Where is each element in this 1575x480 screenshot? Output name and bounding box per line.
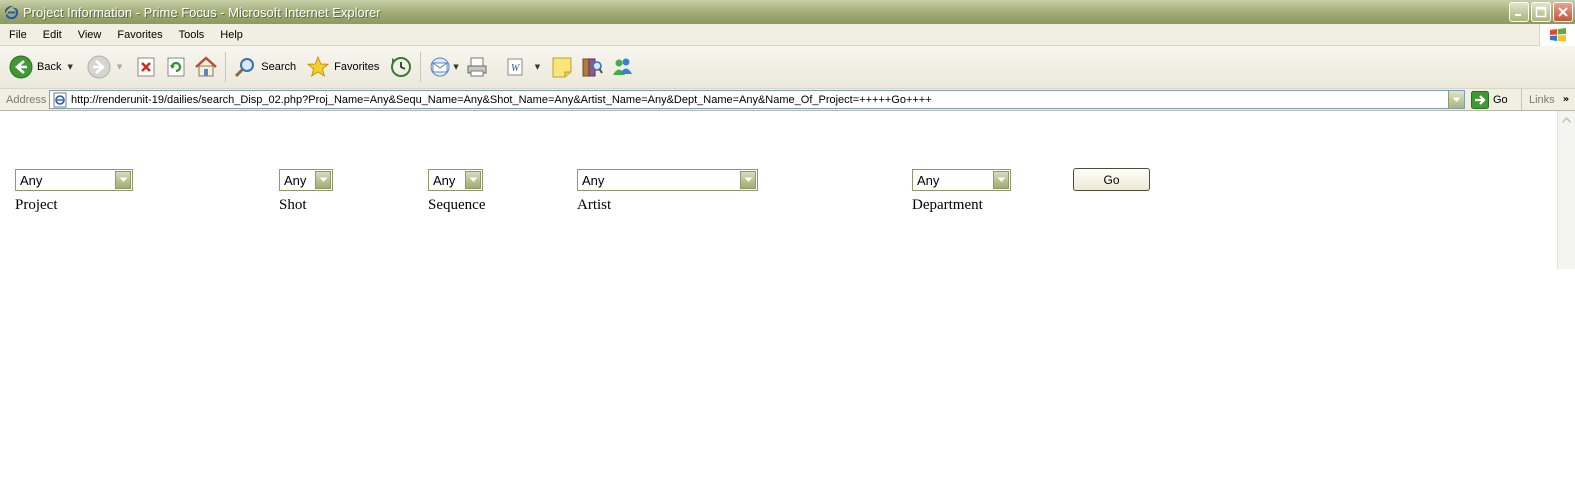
minimize-icon: [1515, 14, 1521, 16]
standard-toolbar: Back ▼ ▼ Search Favorites ▼ W ▼: [0, 46, 1575, 89]
back-dropdown-icon[interactable]: ▼: [67, 63, 72, 71]
toolbar-separator: [420, 52, 422, 82]
edit-dropdown-icon[interactable]: ▼: [535, 63, 540, 71]
forward-arrow-icon: [87, 55, 111, 79]
forward-dropdown-icon[interactable]: ▼: [117, 63, 122, 71]
messenger-button[interactable]: [607, 51, 637, 83]
artist-select[interactable]: Any: [577, 169, 758, 191]
chevron-down-icon: [740, 171, 756, 189]
edit-word-button[interactable]: W ▼: [500, 51, 543, 83]
sequence-select[interactable]: Any: [428, 169, 483, 191]
close-button[interactable]: [1553, 2, 1573, 22]
scroll-up-button[interactable]: [1558, 111, 1575, 128]
shot-select-value: Any: [284, 172, 307, 188]
menu-tools[interactable]: Tools: [171, 24, 213, 46]
go-button[interactable]: Go: [1073, 168, 1150, 191]
project-select[interactable]: Any: [15, 169, 133, 191]
research-button[interactable]: [577, 51, 607, 83]
search-button[interactable]: Search: [230, 51, 299, 83]
shot-select[interactable]: Any: [279, 169, 333, 191]
favorites-button[interactable]: Favorites: [303, 51, 382, 83]
window-title: Project Information - Prime Focus - Micr…: [23, 4, 381, 20]
chevron-up-icon: [1562, 116, 1571, 123]
window-controls: [1509, 2, 1573, 22]
artist-label: Artist: [577, 197, 612, 213]
refresh-button[interactable]: [161, 51, 191, 83]
links-toolbar[interactable]: Links »: [1521, 89, 1569, 110]
stop-icon: [134, 55, 158, 79]
sequence-label: Sequence: [428, 197, 486, 213]
chevron-down-icon: [1452, 97, 1461, 102]
department-select-value: Any: [917, 172, 940, 188]
chevron-right-icon[interactable]: »: [1563, 94, 1569, 105]
go-label: Go: [1493, 94, 1508, 106]
address-label: Address: [6, 93, 47, 106]
department-select[interactable]: Any: [912, 169, 1011, 191]
messenger-icon: [610, 55, 634, 79]
shot-label: Shot: [279, 197, 307, 213]
sequence-select-value: Any: [433, 172, 456, 188]
ie-icon: [3, 4, 19, 20]
menu-view[interactable]: View: [70, 24, 110, 46]
artist-select-value: Any: [582, 172, 605, 188]
printer-icon: [465, 55, 489, 79]
close-icon: [1558, 7, 1568, 17]
mail-dropdown-icon[interactable]: ▼: [453, 63, 458, 71]
department-label: Department: [912, 197, 983, 213]
home-button[interactable]: [191, 51, 221, 83]
menu-file[interactable]: File: [0, 24, 35, 46]
chevron-down-icon: [315, 171, 331, 189]
chevron-down-icon: [115, 171, 131, 189]
toolbar-separator: [225, 52, 227, 82]
project-label: Project: [15, 197, 58, 213]
page-icon: [52, 92, 68, 108]
search-label: Search: [261, 61, 297, 73]
address-bar: Address http://renderunit-19/dailies/sea…: [0, 89, 1575, 111]
title-bar: Project Information - Prime Focus - Micr…: [0, 0, 1575, 24]
back-button[interactable]: Back ▼: [6, 51, 76, 83]
history-button[interactable]: [386, 51, 416, 83]
address-input[interactable]: http://renderunit-19/dailies/search_Disp…: [49, 90, 1465, 109]
go-arrow-icon: [1471, 91, 1489, 109]
mail-button[interactable]: ▼: [425, 51, 461, 83]
forward-button[interactable]: ▼: [84, 51, 125, 83]
star-icon: [306, 55, 330, 79]
vertical-scrollbar[interactable]: [1557, 111, 1575, 269]
menu-bar: File Edit View Favorites Tools Help: [0, 24, 1575, 46]
history-icon: [389, 55, 413, 79]
chevron-down-icon: [993, 171, 1009, 189]
address-url: http://renderunit-19/dailies/search_Disp…: [71, 93, 932, 106]
menu-favorites[interactable]: Favorites: [109, 24, 170, 46]
maximize-icon: [1535, 6, 1547, 18]
menu-edit[interactable]: Edit: [35, 24, 70, 46]
note-icon: [550, 55, 574, 79]
address-go-button[interactable]: Go: [1471, 91, 1508, 109]
mail-icon: [428, 55, 452, 79]
favorites-label: Favorites: [334, 61, 380, 73]
links-label: Links: [1529, 93, 1555, 106]
browser-window: Project Information - Prime Focus - Micr…: [0, 0, 1575, 269]
back-arrow-icon: [9, 55, 33, 79]
menu-help[interactable]: Help: [212, 24, 251, 46]
chevron-down-icon: [465, 171, 481, 189]
minimize-button[interactable]: [1509, 2, 1529, 22]
windows-logo-icon: [1539, 24, 1575, 46]
page-content: Any Project Any Shot Any Sequence Any Ar…: [0, 111, 1557, 269]
project-select-value: Any: [20, 172, 43, 188]
discuss-button[interactable]: [547, 51, 577, 83]
search-icon: [233, 55, 257, 79]
stop-button[interactable]: [131, 51, 161, 83]
research-icon: [580, 55, 604, 79]
back-label: Back: [37, 61, 62, 73]
print-button[interactable]: [462, 51, 492, 83]
refresh-icon: [164, 55, 188, 79]
home-icon: [194, 55, 218, 79]
maximize-button[interactable]: [1531, 2, 1551, 22]
word-document-icon: W: [503, 55, 527, 79]
address-dropdown-button[interactable]: [1448, 91, 1464, 108]
